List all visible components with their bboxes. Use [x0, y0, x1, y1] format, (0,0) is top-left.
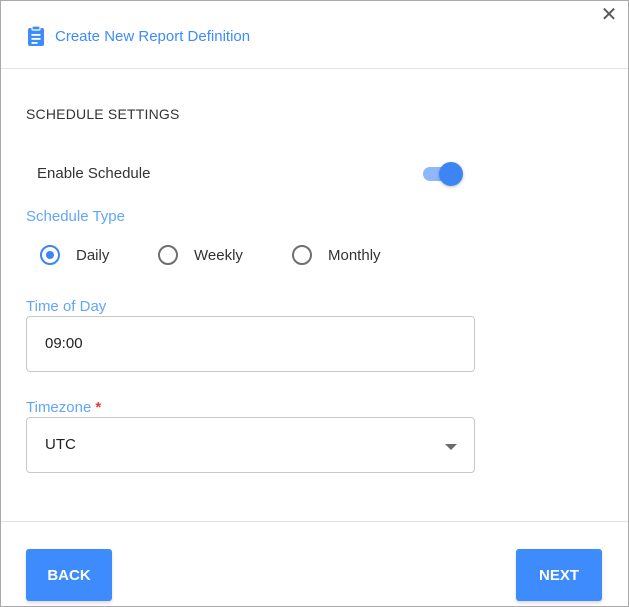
enable-schedule-label: Enable Schedule	[37, 165, 151, 182]
timezone-label-text: Timezone	[26, 399, 92, 416]
radio-weekly-circle[interactable]	[158, 245, 178, 265]
time-of-day-input[interactable]: 09:00	[26, 316, 475, 372]
back-button[interactable]: BACK	[26, 549, 112, 601]
section-heading: SCHEDULE SETTINGS	[26, 106, 180, 122]
radio-monthly-circle[interactable]	[292, 245, 312, 265]
required-marker: *	[95, 399, 102, 416]
schedule-type-label: Schedule Type	[26, 208, 125, 225]
chevron-down-icon[interactable]	[445, 444, 457, 450]
dialog-header: Create New Report Definition ✕	[1, 1, 628, 69]
close-icon[interactable]: ✕	[598, 3, 620, 25]
radio-monthly[interactable]: Monthly	[292, 244, 396, 270]
radio-weekly-label: Weekly	[194, 247, 243, 264]
report-definition-dialog: Create New Report Definition ✕ SCHEDULE …	[0, 0, 629, 607]
radio-monthly-label: Monthly	[328, 247, 381, 264]
clipboard-icon	[28, 25, 44, 46]
radio-daily[interactable]: Daily	[40, 244, 120, 270]
footer-divider	[1, 521, 628, 522]
time-of-day-value: 09:00	[45, 335, 83, 352]
enable-schedule-toggle[interactable]	[421, 160, 465, 188]
dialog-title: Create New Report Definition	[55, 28, 251, 45]
timezone-select[interactable]: UTC	[26, 417, 475, 473]
radio-daily-circle[interactable]	[40, 245, 60, 265]
timezone-value: UTC	[45, 436, 76, 453]
timezone-label: Timezone *	[26, 399, 101, 416]
time-of-day-label: Time of Day	[26, 298, 107, 315]
radio-weekly[interactable]: Weekly	[158, 244, 254, 270]
toggle-knob	[439, 162, 463, 186]
radio-daily-label: Daily	[76, 247, 110, 264]
next-button[interactable]: NEXT	[516, 549, 602, 601]
